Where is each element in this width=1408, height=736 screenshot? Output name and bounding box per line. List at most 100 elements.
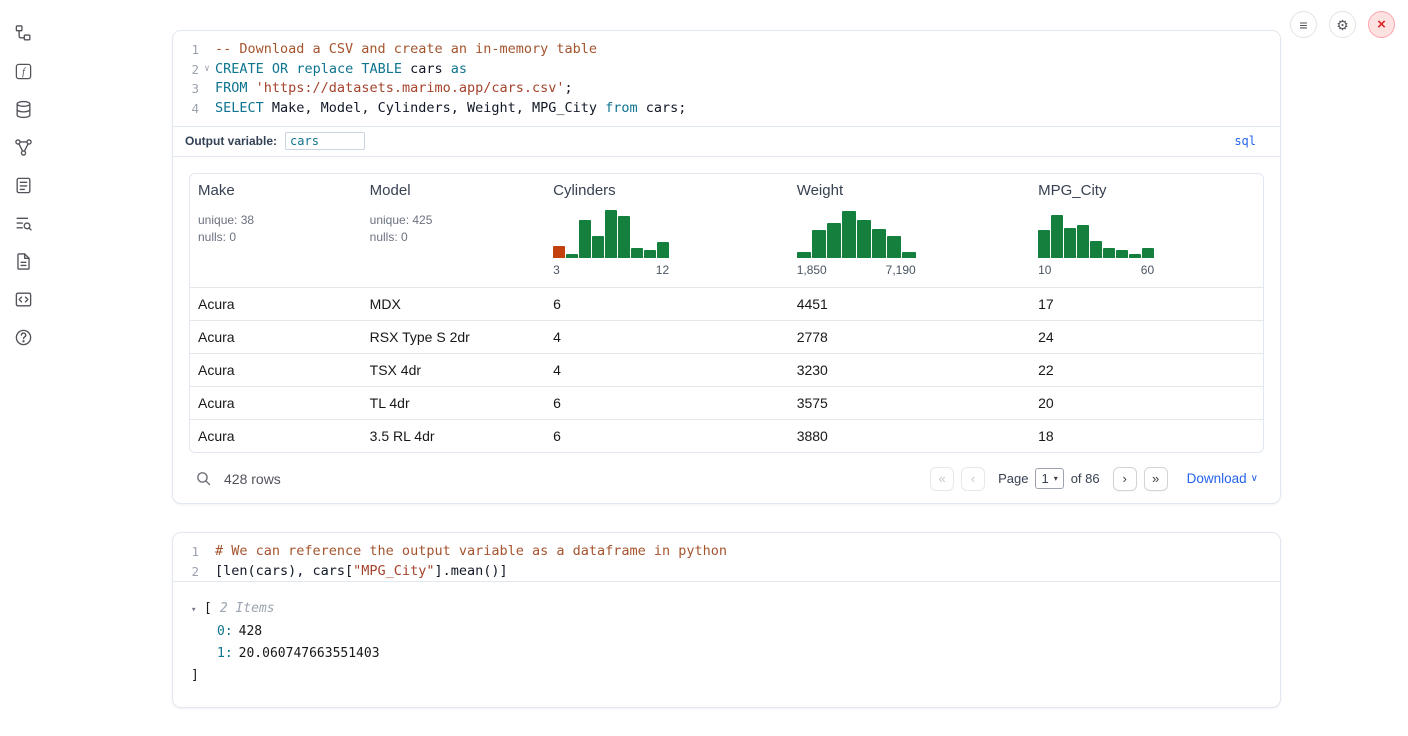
database-icon [14,100,33,119]
page-select[interactable]: 1 ▾ [1035,468,1063,489]
table-cell: 4 [545,362,789,378]
table-cell: MDX [362,296,545,312]
table-body: AcuraMDX6445117AcuraRSX Type S 2dr427782… [190,287,1263,452]
table-row[interactable]: AcuraMDX6445117 [190,287,1263,320]
first-page-icon: « [938,471,945,486]
line-number: 1 [173,542,199,562]
function-f-icon: f [14,62,33,81]
data-table: Make unique: 38 nulls: 0 Model unique: 4… [189,173,1264,453]
outline-button[interactable] [11,173,35,197]
table-row[interactable]: AcuraTSX 4dr4323022 [190,353,1263,386]
unique-stat: unique: 38 [198,212,354,229]
line-number: 2 [173,60,199,80]
notebook-area: 1-- Download a CSV and create an in-memo… [172,30,1281,736]
menu-button[interactable]: ≡ [1290,11,1317,38]
output-variable-input[interactable] [285,132,365,150]
line-number: 1 [173,40,199,60]
file-explorer-button[interactable] [11,21,35,45]
sql-editor: 1-- Download a CSV and create an in-memo… [173,31,1280,157]
table-cell: 4 [545,329,789,345]
python-output-tree: ▾ [ 2 Items 0: 428 1: 20.060747663551403… [173,582,1280,707]
shutdown-button[interactable]: × [1368,11,1395,38]
next-page-button[interactable]: › [1113,467,1137,491]
tree-open-bracket: [ [204,598,212,620]
table-cell: 18 [1030,428,1263,444]
hist-bar [902,252,916,258]
select-caret-icon: ▾ [1054,474,1058,483]
last-page-button[interactable]: » [1144,467,1168,491]
search-list-icon [14,214,33,233]
functions-button[interactable]: f [11,59,35,83]
nulls-stat: nulls: 0 [198,229,354,246]
search-icon[interactable] [195,470,212,487]
hist-bar [827,223,841,258]
tree-collapse-caret-icon[interactable]: ▾ [191,599,204,621]
fold-caret-icon[interactable]: ∨ [199,60,215,80]
hist-bar [887,236,901,258]
table-row[interactable]: AcuraTL 4dr6357520 [190,386,1263,419]
hist-bar [553,246,565,258]
column-name[interactable]: Cylinders [553,182,781,199]
logs-button[interactable] [11,211,35,235]
mpg-city-histogram[interactable] [1038,210,1154,258]
table-cell: 3230 [789,362,1030,378]
help-circle-icon [14,328,33,347]
table-row[interactable]: AcuraRSX Type S 2dr4277824 [190,320,1263,353]
tree-key: 0: [217,621,233,643]
list-item: 1: 20.060747663551403 [191,643,1264,665]
hist-bar [1116,250,1128,258]
documentation-button[interactable] [11,249,35,273]
column-name[interactable]: Model [370,182,537,199]
hist-bar [797,252,811,258]
column-name[interactable]: Make [198,182,354,199]
settings-button[interactable]: ⚙ [1329,11,1356,38]
first-page-button[interactable]: « [930,467,954,491]
hist-bar [592,236,604,258]
prev-page-button[interactable]: ‹ [961,467,985,491]
sql-code-editor[interactable]: 1-- Download a CSV and create an in-memo… [173,40,1280,119]
table-row[interactable]: Acura3.5 RL 4dr6388018 [190,419,1263,452]
table-cell: 17 [1030,296,1263,312]
weight-histogram[interactable] [797,210,916,258]
hist-bar [842,211,856,258]
hist-bar [644,250,656,258]
column-header-model: Model unique: 425 nulls: 0 [362,174,545,287]
fold-gutter [199,79,215,99]
sql-output: Make unique: 38 nulls: 0 Model unique: 4… [173,157,1280,503]
hist-bar [579,220,591,258]
sql-language-badge[interactable]: sql [1234,134,1256,148]
python-code-editor[interactable]: 1# We can reference the output variable … [173,542,1280,581]
column-name[interactable]: MPG_City [1038,182,1255,199]
hist-bar [618,216,630,258]
page-select-value: 1 [1041,471,1048,486]
column-name[interactable]: Weight [797,182,1022,199]
table-cell: 4451 [789,296,1030,312]
hist-min-label: 1,850 [797,263,827,277]
output-variable-label: Output variable: [185,134,277,148]
datasources-button[interactable] [11,97,35,121]
dependency-graph-button[interactable] [11,135,35,159]
fold-gutter [199,542,215,562]
snippets-button[interactable] [11,287,35,311]
fold-gutter [199,99,215,119]
help-button[interactable] [11,325,35,349]
hist-bar [631,248,643,258]
hist-bar [872,229,886,258]
hist-min-label: 10 [1038,263,1051,277]
python-editor: 1# We can reference the output variable … [173,533,1280,582]
download-button[interactable]: Download ∨ [1187,471,1258,486]
cylinders-histogram[interactable] [553,210,669,258]
menu-icon: ≡ [1299,18,1307,32]
column-header-mpg-city: MPG_City 10 60 [1030,174,1263,287]
table-cell: 20 [1030,395,1263,411]
column-header-make: Make unique: 38 nulls: 0 [190,174,362,287]
last-page-icon: » [1152,471,1159,486]
table-cell: 24 [1030,329,1263,345]
fold-gutter [199,562,215,582]
tree-value: 20.060747663551403 [239,643,380,665]
hist-max-label: 12 [656,263,669,277]
hist-bar [1051,215,1063,258]
row-count: 428 rows [224,471,281,487]
tree-item-count: 2 Items [220,598,275,620]
unique-stat: unique: 425 [370,212,537,229]
